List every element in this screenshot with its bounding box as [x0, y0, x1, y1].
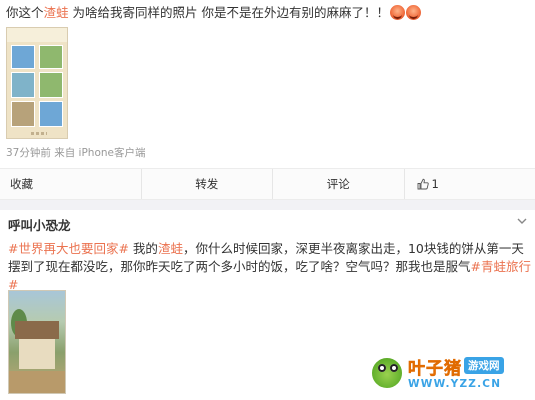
thumbs-up-icon	[417, 178, 429, 190]
repost-button[interactable]: 转发	[142, 169, 273, 199]
hashtag-link[interactable]: #世界再大也要回家#	[8, 241, 129, 256]
comment-label: 评论	[326, 177, 350, 191]
photo-card	[39, 101, 63, 127]
post-1-text-prefix: 你这个	[6, 5, 44, 20]
mention-link[interactable]: 渣蛙	[44, 5, 69, 20]
house-wall-shape	[19, 339, 55, 369]
photo-card	[39, 72, 63, 98]
watermark-url: WWW.YZZ.CN	[408, 378, 502, 390]
watermark-brand: 叶子猪	[408, 359, 462, 380]
repost-label: 转发	[195, 177, 219, 191]
chevron-down-icon[interactable]	[516, 215, 528, 227]
mention-link[interactable]: 渣蛙	[158, 241, 183, 256]
page-dots	[31, 132, 47, 135]
post-1-meta: 37分钟前 来自 iPhone客户端	[6, 147, 146, 159]
thumbnail-header	[7, 28, 67, 42]
post-1-text-suffix: 为啥给我寄同样的照片 你是不是在外边有别的麻麻了！！	[68, 5, 389, 20]
favorite-label: 收藏	[10, 177, 33, 191]
like-count: 1	[431, 177, 439, 191]
angry-face-emoji-icon	[405, 5, 421, 20]
username[interactable]: 呼叫小恐龙	[8, 215, 71, 234]
favorite-button[interactable]: 收藏	[0, 169, 142, 199]
photo-card	[11, 45, 35, 69]
photo-card	[39, 45, 63, 69]
post-2-image-thumbnail[interactable]	[8, 290, 66, 394]
angry-face-emoji-icon	[389, 5, 405, 20]
comment-button[interactable]: 评论	[273, 169, 405, 199]
feed-separator	[0, 200, 535, 210]
like-button[interactable]: 1	[405, 169, 535, 199]
watermark-badge: 游戏网	[464, 357, 504, 374]
post-1-text: 你这个渣蛙 为啥给我寄同样的照片 你是不是在外边有别的麻麻了！！	[6, 5, 532, 21]
post-1-image-thumbnail[interactable]	[6, 27, 68, 139]
post-1-action-bar: 收藏 转发 评论 1	[0, 168, 535, 200]
photo-card	[11, 72, 35, 98]
ground-shape	[9, 371, 65, 393]
post-2-text-part: 我的	[128, 241, 158, 256]
house-roof-shape	[15, 321, 59, 339]
photo-card	[11, 101, 35, 127]
site-watermark: 叶子猪 游戏网 WWW.YZZ.CN	[370, 352, 530, 396]
frog-logo-icon	[370, 356, 404, 390]
post-2-text: #世界再大也要回家# 我的渣蛙，你什么时候回家，深更半夜离家出走，10块钱的饼从…	[8, 240, 532, 294]
